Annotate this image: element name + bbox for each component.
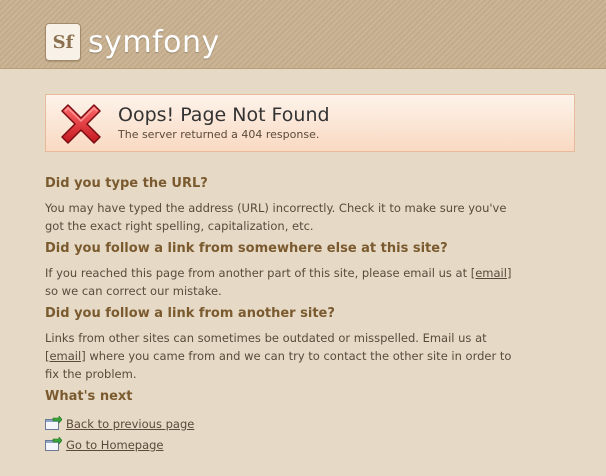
section-body-text: where you came from and we can try to co… [45, 349, 512, 381]
whats-next-heading: What's next [45, 389, 133, 404]
section-heading: Did you follow a link from another site? [45, 306, 335, 321]
email-link[interactable]: [email] [471, 266, 512, 280]
section-internal-link: Did you follow a link from somewhere els… [45, 241, 515, 300]
error-notice: Oops! Page Not Found The server returned… [45, 94, 575, 152]
go-to-homepage-link[interactable]: Go to Homepage [66, 438, 164, 452]
notice-subtitle: The server returned a 404 response. [118, 128, 320, 141]
home-link-item[interactable]: Go to Homepage [45, 434, 515, 455]
logo-badge: Sf [45, 23, 81, 61]
next-links: Back to previous page Go to Homepage [45, 413, 515, 455]
back-to-previous-link[interactable]: Back to previous page [66, 417, 194, 431]
section-heading: Did you type the URL? [45, 176, 208, 191]
section-whats-next: What's next Back to previous page Go to … [45, 389, 515, 455]
error-x-icon [61, 104, 101, 144]
notice-title: Oops! Page Not Found [118, 104, 330, 126]
section-body: You may have typed the address (URL) inc… [45, 201, 507, 233]
section-body: Links from other sites can sometimes be … [45, 329, 515, 383]
logo-text: symfony [88, 24, 220, 60]
main-content: Did you type the URL? You may have typed… [45, 176, 515, 461]
email-link[interactable]: [email] [45, 349, 86, 363]
section-body-text: If you reached this page from another pa… [45, 266, 468, 280]
section-body-text: Links from other sites can sometimes be … [45, 331, 487, 345]
section-external-link: Did you follow a link from another site?… [45, 306, 515, 383]
section-url: Did you type the URL? You may have typed… [45, 176, 515, 235]
section-body-text: so we can correct our mistake. [45, 284, 222, 298]
arrow-page-icon [45, 437, 62, 451]
symfony-logo[interactable]: Sf symfony [45, 23, 220, 61]
section-heading: Did you follow a link from somewhere els… [45, 241, 448, 256]
arrow-page-icon [45, 416, 62, 430]
back-link-item[interactable]: Back to previous page [45, 413, 515, 434]
section-body: If you reached this page from another pa… [45, 264, 515, 300]
header: Sf symfony [0, 0, 606, 69]
